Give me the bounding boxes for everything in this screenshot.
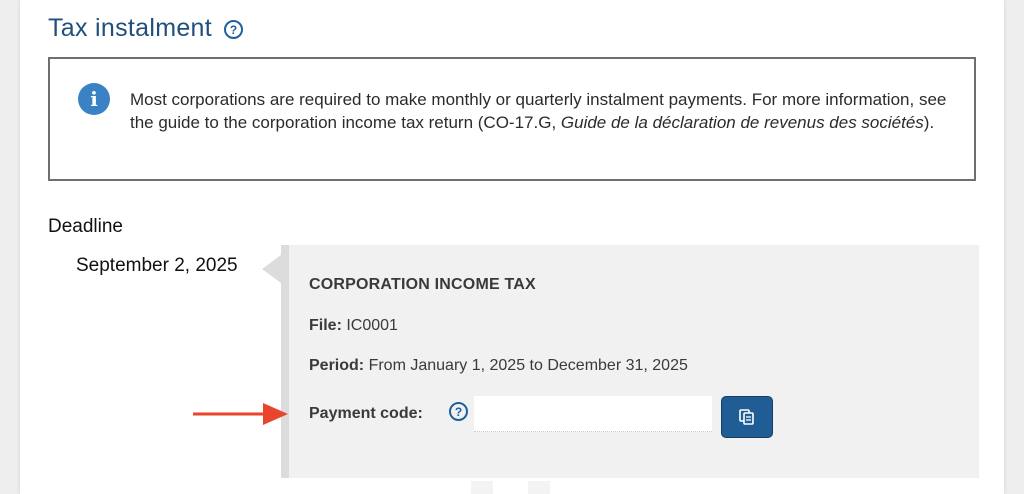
payment-code-help-icon[interactable]: ? xyxy=(449,402,468,421)
tax-type-heading: CORPORATION INCOME TAX xyxy=(309,276,536,293)
payment-details-panel: CORPORATION INCOME TAX File: IC0001 Peri… xyxy=(281,245,979,478)
bottom-stub-left xyxy=(471,481,493,494)
info-notice: i Most corporations are required to make… xyxy=(48,57,976,181)
payment-code-input[interactable] xyxy=(474,396,712,432)
deadline-label: Deadline xyxy=(48,216,123,237)
period-label: Period: xyxy=(309,357,365,374)
period-value: From January 1, 2025 to December 31, 202… xyxy=(368,357,688,374)
period-row: Period: From January 1, 2025 to December… xyxy=(309,357,688,375)
info-icon: i xyxy=(78,83,110,115)
section-title: Tax instalment xyxy=(48,14,212,42)
info-text-part2: ). xyxy=(923,113,935,132)
question-circle-icon[interactable]: ? xyxy=(224,20,243,39)
copy-button[interactable] xyxy=(721,396,773,438)
deadline-date: September 2, 2025 xyxy=(76,255,238,276)
payment-code-row: Payment code: xyxy=(309,405,423,423)
file-value: IC0001 xyxy=(346,317,398,334)
info-text-guide-title: Guide de la déclaration de revenus des s… xyxy=(560,113,924,132)
section-header: Tax instalment ? xyxy=(48,14,243,43)
copy-icon xyxy=(739,409,754,425)
annotation-arrow xyxy=(193,403,288,425)
payment-code-label: Payment code: xyxy=(309,405,423,422)
file-row: File: IC0001 xyxy=(309,317,398,335)
info-text: Most corporations are required to make m… xyxy=(130,88,950,134)
file-label: File: xyxy=(309,317,342,334)
details-pointer xyxy=(262,255,281,283)
bottom-stub-right xyxy=(528,481,550,494)
